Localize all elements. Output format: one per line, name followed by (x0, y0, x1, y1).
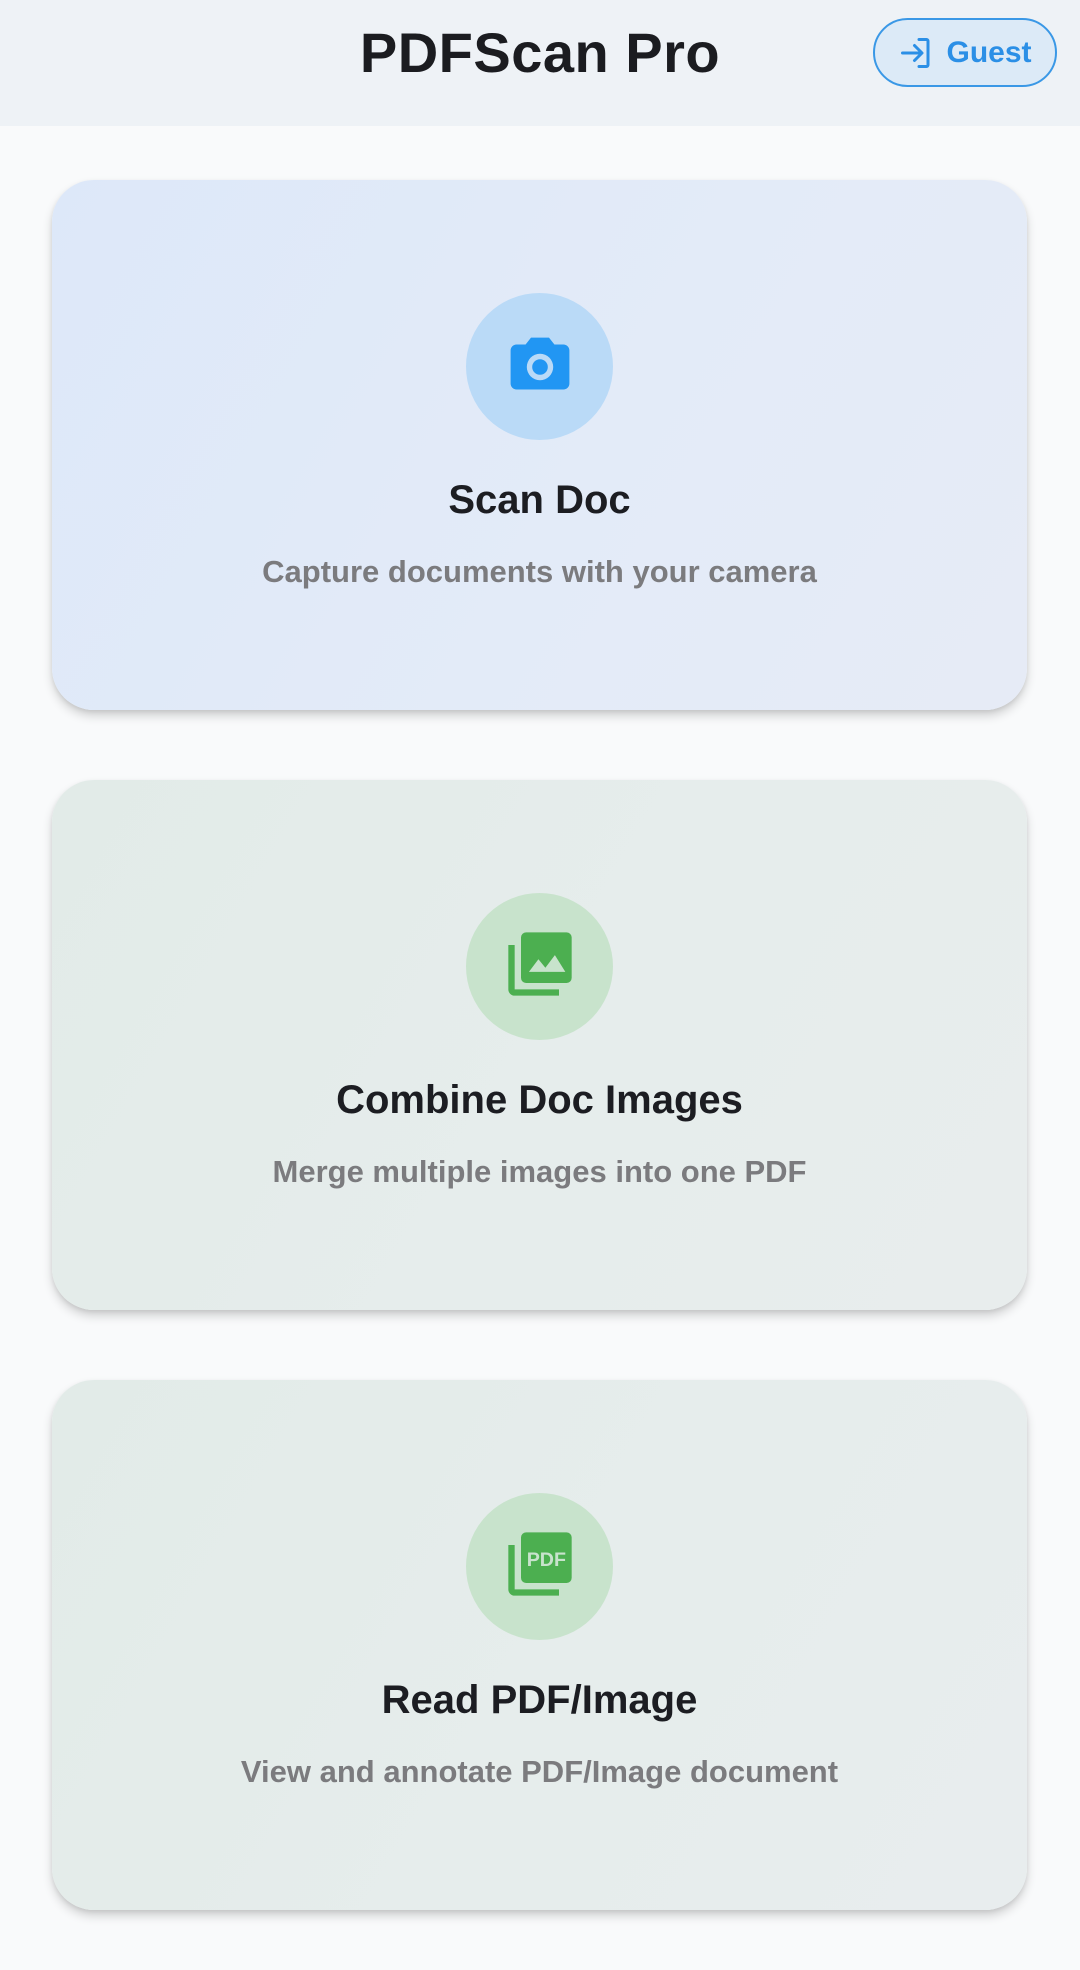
app-header: PDFScan Pro Guest (0, 0, 1080, 126)
scan-doc-card[interactable]: Scan Doc Capture documents with your cam… (52, 180, 1027, 710)
pdf-icon: PDF (502, 1526, 578, 1607)
read-pdf-icon-circle: PDF (466, 1493, 613, 1640)
guest-button[interactable]: Guest (873, 18, 1057, 87)
combine-doc-images-card[interactable]: Combine Doc Images Merge multiple images… (52, 780, 1027, 1310)
scan-doc-title: Scan Doc (448, 478, 631, 522)
read-pdf-image-title: Read PDF/Image (381, 1678, 698, 1722)
combine-doc-images-title: Combine Doc Images (336, 1078, 743, 1122)
combine-doc-images-description: Merge multiple images into one PDF (272, 1154, 807, 1189)
guest-button-label: Guest (946, 35, 1032, 69)
pdf-icon-label: PDF (526, 1549, 565, 1571)
scan-doc-description: Capture documents with your camera (262, 554, 817, 589)
photo-library-icon (502, 926, 578, 1007)
read-pdf-image-description: View and annotate PDF/Image document (240, 1754, 839, 1789)
scan-doc-icon-circle (466, 293, 613, 440)
read-pdf-image-card[interactable]: PDF Read PDF/Image View and annotate PDF… (52, 1380, 1027, 1910)
login-icon (898, 35, 934, 71)
camera-icon (504, 328, 576, 405)
combine-icon-circle (466, 893, 613, 1040)
